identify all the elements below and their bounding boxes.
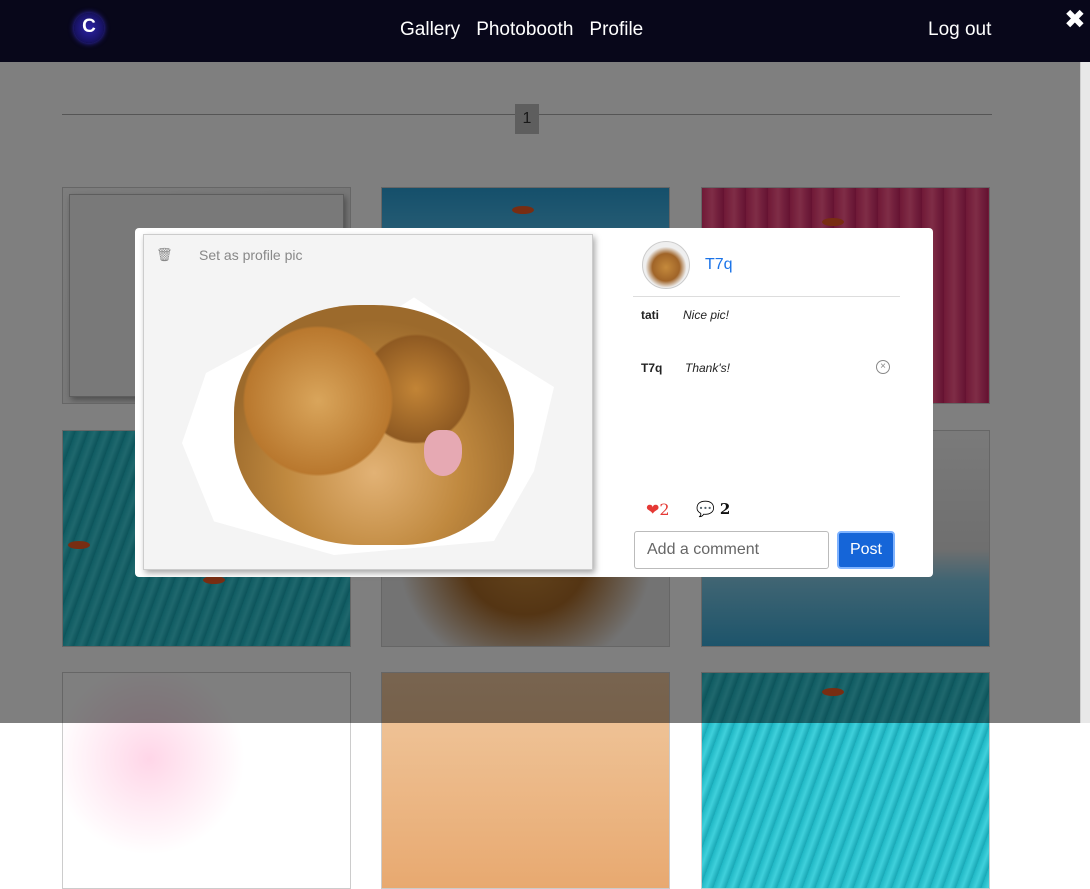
set-profile-pic-link[interactable]: Set as profile pic <box>199 247 303 263</box>
comment-counter: 💬 2 <box>696 500 730 518</box>
trash-icon[interactable]: 🗑 <box>156 247 173 263</box>
like-count: 2 <box>659 500 670 519</box>
logo-letter: C <box>82 16 96 37</box>
close-modal-icon[interactable]: ✖ <box>1064 6 1086 32</box>
nav-links: Gallery Photobooth Profile <box>400 19 643 41</box>
heart-icon: ❤ <box>646 500 660 519</box>
comment-count: 2 <box>719 500 731 518</box>
page-scrollbar[interactable] <box>1080 62 1090 723</box>
photo-modal: 🗑 Set as profile pic T7q tati Nice pic! … <box>135 228 933 577</box>
author-avatar[interactable] <box>642 241 690 289</box>
speech-bubble-icon: 💬 <box>696 500 715 518</box>
comment-text: Nice pic! <box>683 308 730 322</box>
giraffe-image <box>234 305 514 545</box>
post-comment-button[interactable]: Post <box>837 531 895 569</box>
comment-user[interactable]: T7q <box>641 361 662 375</box>
delete-comment-icon[interactable]: × <box>876 360 890 374</box>
giraffe-tongue <box>424 430 462 476</box>
nav-photobooth-link[interactable]: Photobooth <box>476 19 573 41</box>
comment-user[interactable]: tati <box>641 308 659 322</box>
top-navbar: C Gallery Photobooth Profile Log out <box>0 0 1090 62</box>
modal-photo: 🗑 Set as profile pic <box>143 234 593 570</box>
author-username-link[interactable]: T7q <box>705 256 733 274</box>
logo-icon[interactable]: C <box>74 13 104 43</box>
divider <box>633 296 900 297</box>
comment-text: Thank's! <box>685 361 730 375</box>
logout-link[interactable]: Log out <box>928 19 991 41</box>
nav-profile-link[interactable]: Profile <box>589 19 643 41</box>
like-button[interactable]: ❤2 <box>646 500 670 519</box>
nav-gallery-link[interactable]: Gallery <box>400 19 460 41</box>
comment-input[interactable] <box>634 531 829 569</box>
